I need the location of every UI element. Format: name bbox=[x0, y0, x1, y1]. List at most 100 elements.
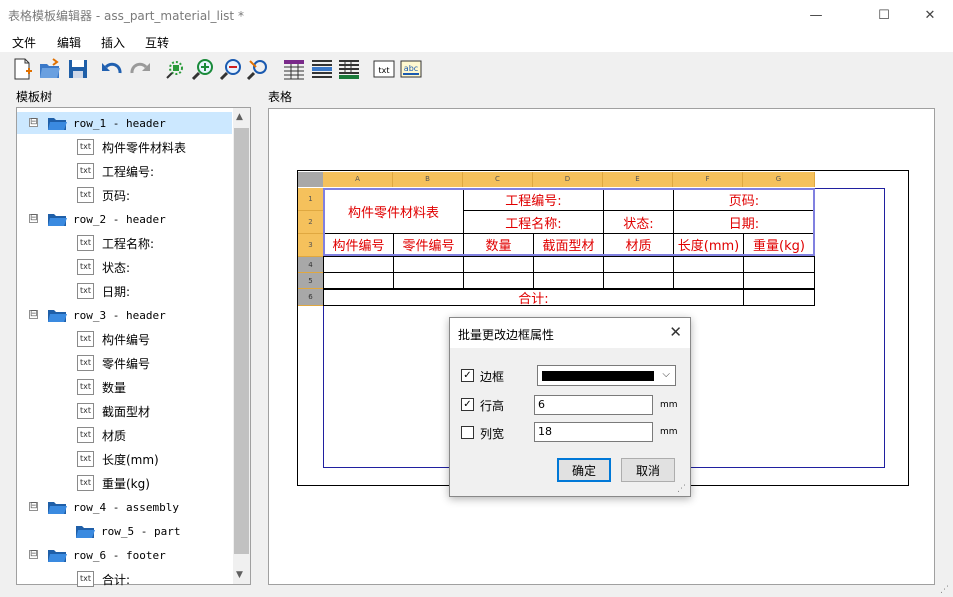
dialog-close-icon[interactable]: ✕ bbox=[669, 323, 682, 341]
insert-columns-icon[interactable] bbox=[337, 57, 361, 81]
ok-button[interactable]: 确定 bbox=[557, 458, 611, 482]
row-header[interactable]: 1 bbox=[298, 188, 323, 211]
table-cell[interactable] bbox=[463, 272, 534, 289]
tree-node-label: 合计: bbox=[102, 572, 131, 587]
menu-insert[interactable]: 插入 bbox=[101, 34, 125, 51]
zoom-out-icon[interactable] bbox=[219, 57, 243, 81]
col-width-unit: mm bbox=[660, 427, 678, 437]
row-height-unit: mm bbox=[660, 400, 678, 410]
tree-text-node[interactable]: txt 重量(kg) bbox=[77, 472, 150, 494]
table-cell[interactable] bbox=[393, 256, 464, 273]
column-header[interactable]: G bbox=[743, 172, 815, 187]
tree-group-node[interactable]: ⊟ row_6 - footer bbox=[17, 544, 232, 566]
column-header[interactable]: C bbox=[463, 172, 533, 187]
resize-grip-icon[interactable]: ⋰ bbox=[677, 484, 686, 494]
border-checkbox[interactable]: ✓ bbox=[461, 369, 474, 382]
table-cell[interactable] bbox=[323, 256, 394, 273]
maximize-button[interactable]: ☐ bbox=[861, 0, 907, 30]
table-cell[interactable] bbox=[673, 272, 744, 289]
tree-text-node[interactable]: txt 构件零件材料表 bbox=[77, 136, 186, 158]
row-height-checkbox[interactable]: ✓ bbox=[461, 398, 474, 411]
close-button[interactable]: ✕ bbox=[907, 0, 953, 30]
table-cell[interactable] bbox=[463, 256, 534, 273]
table-cell[interactable] bbox=[533, 256, 604, 273]
tree-text-node[interactable]: txt 页码: bbox=[77, 184, 130, 206]
row-header[interactable]: 2 bbox=[298, 211, 323, 234]
save-icon[interactable] bbox=[66, 57, 90, 81]
column-header[interactable]: D bbox=[533, 172, 603, 187]
menu-file[interactable]: 文件 bbox=[12, 34, 36, 51]
table-cell[interactable] bbox=[673, 256, 744, 273]
tree-subgroup-node[interactable]: row_5 - part bbox=[75, 520, 180, 542]
collapse-icon[interactable]: ⊟ bbox=[29, 118, 38, 127]
table-cell[interactable] bbox=[603, 272, 674, 289]
menu-edit[interactable]: 编辑 bbox=[57, 34, 81, 51]
table-cell[interactable] bbox=[603, 256, 674, 273]
row-header[interactable]: 4 bbox=[298, 257, 323, 273]
table-cell[interactable] bbox=[323, 272, 394, 289]
table-cell[interactable] bbox=[743, 256, 815, 273]
zoom-fit-icon[interactable] bbox=[164, 57, 188, 81]
table-cell[interactable] bbox=[533, 272, 604, 289]
column-header[interactable]: B bbox=[393, 172, 463, 187]
tree-text-node[interactable]: txt 工程编号: bbox=[77, 160, 154, 182]
insert-rows-icon[interactable] bbox=[310, 57, 334, 81]
collapse-icon[interactable]: ⊟ bbox=[29, 502, 38, 511]
tree-text-node[interactable]: txt 日期: bbox=[77, 280, 130, 302]
col-width-input[interactable]: 18 bbox=[534, 422, 653, 442]
col-width-checkbox[interactable] bbox=[461, 426, 474, 439]
redo-icon[interactable] bbox=[128, 57, 152, 81]
column-header[interactable]: A bbox=[323, 172, 393, 187]
new-file-icon[interactable] bbox=[10, 57, 34, 81]
tree-text-node[interactable]: txt 状态: bbox=[77, 256, 130, 278]
tree-text-node[interactable]: txt 合计: bbox=[77, 568, 130, 590]
tree-node-label: 页码: bbox=[102, 188, 131, 203]
row-header[interactable]: 6 bbox=[298, 289, 323, 306]
collapse-icon[interactable]: ⊟ bbox=[29, 310, 38, 319]
text-node-icon: txt bbox=[77, 403, 94, 419]
cell-total-value[interactable] bbox=[743, 289, 815, 306]
zoom-in-icon[interactable] bbox=[191, 57, 215, 81]
template-tree[interactable]: ▲ ▼ ⊟ row_1 - header txt 构件零件材料表 txt 工程编号: txt… bbox=[16, 107, 251, 587]
scroll-down-icon[interactable]: ▼ bbox=[236, 570, 243, 580]
tree-text-node[interactable]: txt 材质 bbox=[77, 424, 126, 446]
tree-text-node[interactable]: txt 数量 bbox=[77, 376, 126, 398]
tree-text-node[interactable]: txt 工程名称: bbox=[77, 232, 154, 254]
tree-text-node[interactable]: txt 构件编号 bbox=[77, 328, 150, 350]
undo-icon[interactable] bbox=[100, 57, 124, 81]
collapse-icon[interactable]: ⊟ bbox=[29, 214, 38, 223]
menu-convert[interactable]: 互转 bbox=[145, 34, 169, 51]
tree-scrollbar[interactable]: ▲ ▼ bbox=[233, 108, 250, 584]
tree-text-node[interactable]: txt 长度(mm) bbox=[77, 448, 159, 470]
minimize-button[interactable]: — bbox=[793, 0, 839, 30]
row-height-input[interactable]: 6 bbox=[534, 395, 653, 415]
insert-table-icon[interactable] bbox=[282, 57, 306, 81]
tree-text-node[interactable]: txt 零件编号 bbox=[77, 352, 150, 374]
table-cell[interactable] bbox=[743, 272, 815, 289]
window-resize-grip-icon[interactable]: ⋰ bbox=[940, 585, 949, 595]
label-icon[interactable]: abc bbox=[399, 57, 423, 81]
scroll-up-icon[interactable]: ▲ bbox=[236, 112, 243, 122]
chevron-down-icon: ⌵ bbox=[662, 369, 670, 380]
border-style-select[interactable]: ⌵ bbox=[537, 365, 676, 386]
column-header[interactable]: E bbox=[603, 172, 673, 187]
row-header[interactable]: 3 bbox=[298, 234, 323, 257]
row-header[interactable]: 5 bbox=[298, 273, 323, 289]
text-node-icon: txt bbox=[77, 235, 94, 251]
column-header[interactable]: F bbox=[673, 172, 743, 187]
cell-total[interactable]: 合计: bbox=[323, 289, 744, 307]
tree-text-node[interactable]: txt 截面型材 bbox=[77, 400, 150, 422]
table-cell[interactable] bbox=[393, 272, 464, 289]
zoom-reset-icon[interactable] bbox=[246, 57, 270, 81]
tree-group-node[interactable]: ⊟ row_4 - assembly bbox=[17, 496, 232, 518]
tree-scroll-thumb[interactable] bbox=[234, 128, 249, 554]
sheet-corner[interactable] bbox=[298, 172, 323, 187]
text-box-icon[interactable]: txt bbox=[372, 57, 396, 81]
tree-group-node[interactable]: ⊟ row_2 - header bbox=[17, 208, 232, 230]
label-icon-text: abc bbox=[404, 64, 418, 73]
open-folder-icon[interactable] bbox=[38, 57, 62, 81]
cancel-button[interactable]: 取消 bbox=[621, 458, 675, 482]
tree-group-node[interactable]: ⊟ row_3 - header bbox=[17, 304, 232, 326]
tree-group-node[interactable]: ⊟ row_1 - header bbox=[17, 112, 232, 134]
collapse-icon[interactable]: ⊟ bbox=[29, 550, 38, 559]
